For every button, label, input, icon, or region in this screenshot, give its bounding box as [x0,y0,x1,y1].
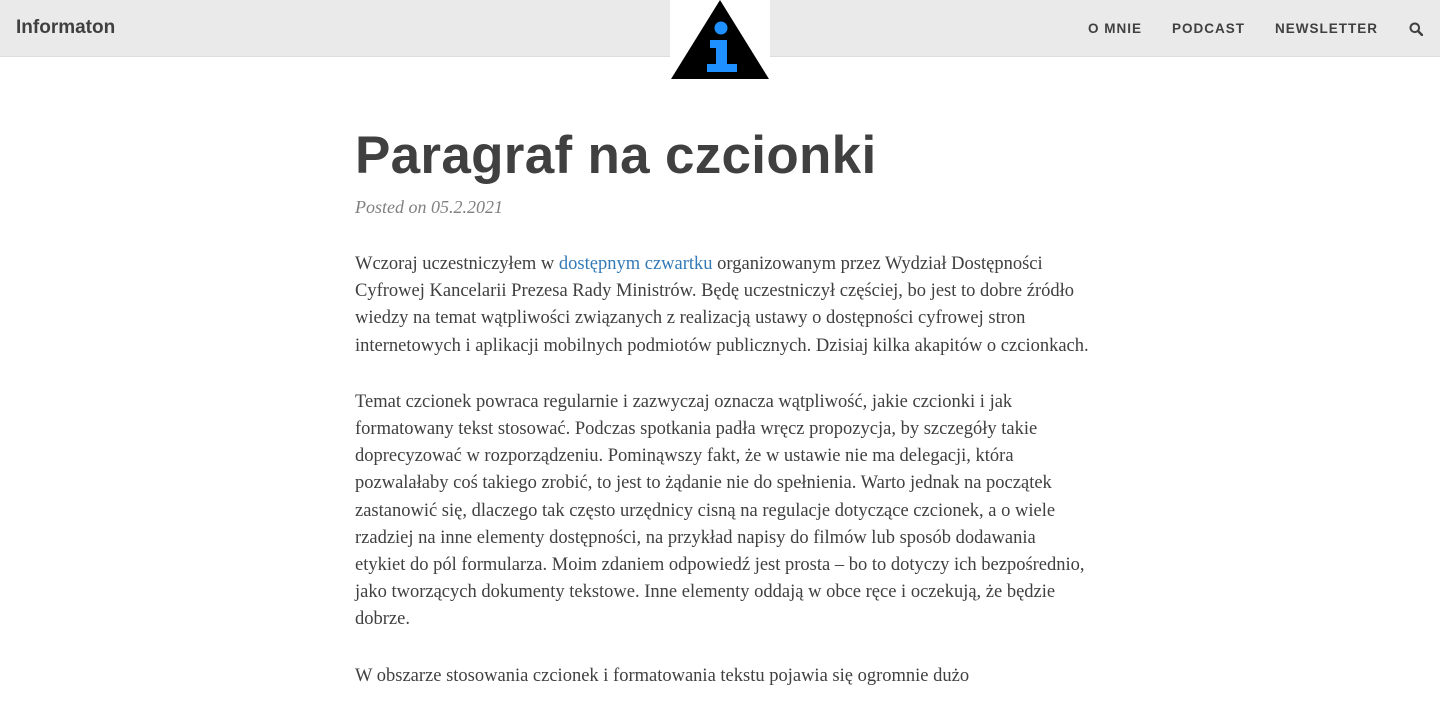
paragraph-3: W obszarze stosowania czcionek i formato… [355,665,970,686]
site-brand-link[interactable]: Informaton [16,17,115,39]
post: Paragraf na czcionki Posted on 05.2.2021… [355,118,1090,719]
paragraph-1-text-start: Wczoraj uczestniczyłem w [355,254,559,274]
paragraph-2: Temat czcionek powraca regularnie i zazw… [355,391,1085,630]
post-body: Wczoraj uczestniczyłem w dostępnym czwar… [355,251,1090,690]
post-title: Paragraf na czcionki [355,126,877,185]
site-logo[interactable] [670,0,770,80]
search-icon [1409,22,1423,36]
dostepny-czwartek-link[interactable]: dostępnym czwartku [559,254,713,274]
paragraph-1: Wczoraj uczestniczyłem w dostępnym czwar… [355,251,1090,360]
nav-item-o-mnie[interactable]: O MNIE [1088,0,1142,57]
main-nav: O MNIE PODCAST NEWSLETTER [1088,0,1440,57]
nav-item-newsletter[interactable]: NEWSLETTER [1275,0,1378,57]
info-triangle-icon [671,0,769,79]
post-date: Posted on 05.2.2021 [355,197,503,217]
nav-item-podcast[interactable]: PODCAST [1172,0,1245,57]
search-button[interactable] [1408,21,1424,37]
navbar: Informaton O MNIE PODCAST NEWSLETTER [0,0,1440,80]
